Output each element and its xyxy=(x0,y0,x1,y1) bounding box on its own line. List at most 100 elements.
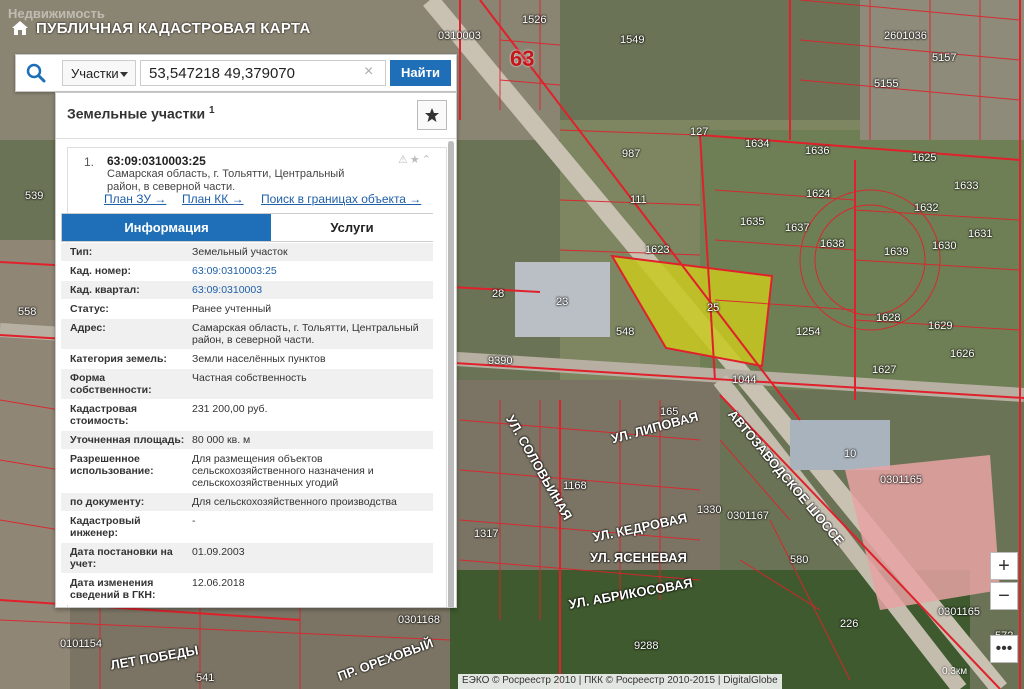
attr-key: Статус: xyxy=(70,303,109,315)
parcel-label: 1549 xyxy=(620,34,645,46)
find-button[interactable]: Найти xyxy=(390,60,451,86)
parcel-label: 1639 xyxy=(884,246,909,258)
attr-key: Уточненная площадь: xyxy=(70,434,185,446)
attr-key: Кад. квартал: xyxy=(70,284,140,296)
parcel-label: 1637 xyxy=(785,222,810,234)
table-row: Адрес: Самарская область, г. Тольятти, Це… xyxy=(61,319,433,350)
parcel-label: 1317 xyxy=(474,528,499,540)
parcel-label: 10 xyxy=(844,448,857,460)
attr-key: Тип: xyxy=(70,246,93,258)
parcel-label: 1630 xyxy=(932,240,957,252)
table-row: Дата изменения сведений в ГКН: 12.06.2018 xyxy=(61,574,433,605)
scrollbar-thumb[interactable] xyxy=(448,141,454,607)
favorite-button[interactable] xyxy=(417,100,447,130)
attributes-table: Тип: Земельный участок Кад. номер: 63:09:0… xyxy=(61,243,433,605)
tab-services[interactable]: Услуги xyxy=(271,214,433,241)
parcel-label: 548 xyxy=(616,326,635,338)
object-type-label: Участки xyxy=(71,66,119,81)
parcel-label: 9288 xyxy=(634,640,659,652)
panel-tabs: Информация Услуги xyxy=(61,213,433,242)
cadastral-number[interactable]: 63:09:0310003:25 xyxy=(107,154,206,168)
object-type-select[interactable]: Участки xyxy=(62,60,136,86)
table-row: Статус: Ранее учтенный xyxy=(61,300,433,319)
parcel-label: 1638 xyxy=(820,238,845,250)
zoom-out-button[interactable]: − xyxy=(990,582,1018,610)
attr-value: Самарская область, г. Тольятти, Централь… xyxy=(192,322,419,346)
plan-zu-link[interactable]: План ЗУ → xyxy=(104,192,166,206)
attr-value[interactable]: 63:09:0310003 xyxy=(192,284,424,296)
parcel-label: 0301167 xyxy=(727,510,770,522)
attr-value: 01.09.2003 xyxy=(192,546,245,558)
parcel-label: 1526 xyxy=(522,14,547,26)
result-index: 1. xyxy=(84,155,95,169)
attr-value: 80 000 кв. м xyxy=(192,434,251,446)
search-input[interactable] xyxy=(140,60,386,86)
district-number-label: 63 xyxy=(510,46,535,71)
parcel-label: 1631 xyxy=(968,228,993,240)
home-icon[interactable] xyxy=(10,18,30,38)
parcel-label: 541 xyxy=(196,672,215,684)
table-row: Кад. квартал: 63:09:0310003 xyxy=(61,281,433,300)
attr-key: Кадастровая стоимость: xyxy=(70,403,137,427)
parcel-label: 9390 xyxy=(488,355,513,367)
attr-value: - xyxy=(192,515,196,527)
table-row: Разрешенное использование: Для размещения… xyxy=(61,450,433,493)
clear-icon[interactable]: × xyxy=(364,63,373,81)
divider xyxy=(56,138,456,139)
star-icon xyxy=(425,108,439,122)
map-attribution: ЕЭКО © Росреестр 2010 | ПКК © Росреестр … xyxy=(458,674,782,689)
table-row: Тип: Земельный участок xyxy=(61,243,433,262)
parcel-label: 111 xyxy=(630,194,647,206)
parcel-label: 23 xyxy=(556,296,569,308)
street-label: УЛ. ЯСЕНЕВАЯ xyxy=(590,550,687,565)
parcel-label: 1330 xyxy=(697,504,722,516)
parcel-label: 558 xyxy=(18,306,37,318)
parcel-label: 226 xyxy=(840,618,859,630)
tab-information[interactable]: Информация xyxy=(62,214,271,241)
table-row: Категория земель: Земли населённых пункто… xyxy=(61,350,433,369)
more-options-button[interactable]: ••• xyxy=(990,635,1018,663)
search-icon[interactable] xyxy=(16,55,56,91)
parcel-label: 1626 xyxy=(950,348,975,360)
attr-value: 12.06.2018 xyxy=(192,577,245,589)
attr-value[interactable]: 63:09:0310003:25 xyxy=(192,265,424,277)
parcel-label: 5157 xyxy=(932,52,957,64)
panel-scrollbar[interactable] xyxy=(448,141,454,607)
attr-key: Кадастровый инженер: xyxy=(70,515,141,539)
attr-value: 231 200,00 руб. xyxy=(192,403,268,415)
panel-title: Земельные участки 1 xyxy=(67,105,215,122)
parcel-label: 1168 xyxy=(563,480,587,492)
attr-value: Для сельскохозяйственного производства xyxy=(192,496,397,508)
attr-value: Частная собственность xyxy=(192,372,307,384)
parcel-label: 1635 xyxy=(740,216,765,228)
parcel-label: 0310003 xyxy=(438,30,481,42)
attr-value: Земли населённых пунктов xyxy=(192,353,326,365)
parcel-label: 25 xyxy=(707,302,720,314)
parcel-label: 28 xyxy=(492,288,505,300)
chevron-down-icon xyxy=(120,72,128,77)
result-action-icons[interactable]: ⚠★⌃ xyxy=(398,153,433,166)
parcel-label: 539 xyxy=(25,190,44,202)
parcel-label: 127 xyxy=(690,126,709,138)
parcel-label: 0101154 xyxy=(60,638,103,650)
result-count: 1 xyxy=(208,105,215,116)
attr-key: Дата постановки на учет: xyxy=(70,546,173,570)
zoom-controls: + − xyxy=(990,552,1018,612)
parcel-label: 1634 xyxy=(745,138,770,150)
attr-key: Разрешенное использование: xyxy=(70,453,154,477)
zoom-in-button[interactable]: + xyxy=(990,552,1018,580)
parcel-label: 1623 xyxy=(645,244,670,256)
plan-kk-link[interactable]: План КК → xyxy=(182,192,244,206)
table-row: Форма собственности: Частная собственност… xyxy=(61,369,433,400)
attr-key: Кад. номер: xyxy=(70,265,132,277)
parcel-label: 580 xyxy=(790,554,809,566)
parcel-info-panel: Земельные участки 1 1. 63:09:0310003:25 … xyxy=(55,92,457,608)
parcel-label: 1625 xyxy=(912,152,937,164)
panel-title-text: Земельные участки xyxy=(67,105,206,122)
parcel-label: 1044 xyxy=(732,374,757,386)
search-in-bounds-link[interactable]: Поиск в границах объекта → xyxy=(261,192,421,206)
parcel-label: 1627 xyxy=(872,364,897,376)
ellipsis-icon: ••• xyxy=(995,640,1013,657)
attr-key: Категория земель: xyxy=(70,353,167,365)
parcel-label: 0301165 xyxy=(938,606,981,618)
